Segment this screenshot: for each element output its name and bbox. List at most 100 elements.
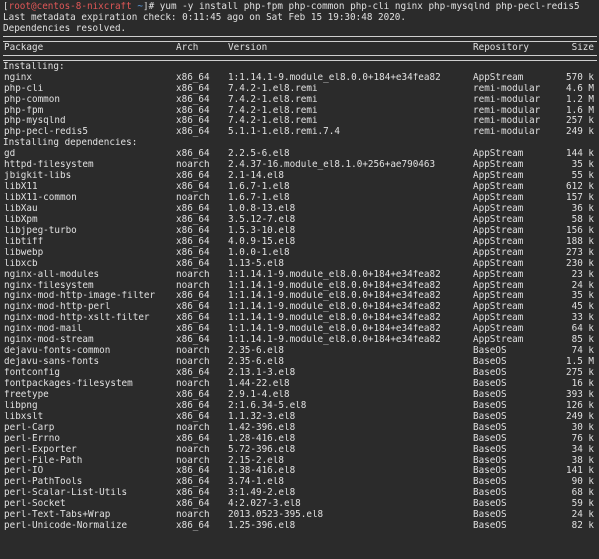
cell-version: 1.44-22.el8	[228, 378, 290, 389]
cell-repository: BaseOS	[473, 357, 507, 368]
cell-arch: x86_64	[176, 411, 210, 422]
cell-repository: AppStream	[473, 193, 524, 203]
cell-size: 24 k	[571, 280, 594, 291]
cell-arch: x86_64	[176, 466, 210, 477]
cell-arch: noarch	[176, 357, 210, 368]
cell-size: 74 k	[571, 346, 594, 357]
cell-size: 157 k	[566, 193, 594, 203]
table-row: nginx-mod-stream x86_64 1:1.14.1-9.module_…	[3, 335, 597, 346]
cell-size: 273 k	[566, 247, 594, 258]
cell-size: 45 k	[571, 302, 594, 313]
cell-arch: x86_64	[176, 203, 210, 214]
table-row: libX11-common noarch 1.6.7-1.el8 AppStream 1…	[3, 193, 597, 204]
table-row: perl-Carp noarch 1.42-396.el8 BaseOS 30 k	[3, 423, 597, 434]
cell-version: 1:1.14.1-9.module_el8.0.0+184+e34fea82	[228, 72, 441, 83]
cell-repository: BaseOS	[473, 411, 507, 422]
cell-repository: remi-modular	[473, 83, 541, 94]
cell-package: dejavu-fonts-common	[4, 346, 111, 357]
cell-repository: AppStream	[473, 280, 524, 291]
cell-package: libXpm	[4, 214, 38, 225]
cell-repository: AppStream	[473, 160, 524, 171]
cell-arch: x86_64	[176, 105, 210, 116]
cell-arch: x86_64	[176, 258, 210, 269]
cell-repository: BaseOS	[473, 510, 507, 521]
table-row: libwebp x86_64 1.0.0-1.el8 AppStream 273 k	[3, 248, 597, 259]
cell-version: 2:1.6.34-5.el8	[228, 400, 307, 411]
table-row: php-fpm x86_64 7.4.2-1.el8.remi remi-modula…	[3, 106, 597, 117]
table-row: perl-Unicode-Normalize x86_64 1.25-396.el8…	[3, 521, 597, 532]
header-arch: Arch	[176, 42, 199, 53]
cell-arch: x86_64	[176, 171, 210, 182]
cell-repository: AppStream	[473, 182, 524, 193]
cell-size: 58 k	[571, 214, 594, 225]
table-row: libtiff x86_64 4.0.9-15.el8 AppStream 188 k	[3, 237, 597, 248]
cell-repository: AppStream	[473, 149, 524, 160]
cell-package: perl-Text-Tabs+Wrap	[4, 510, 111, 521]
cell-arch: noarch	[176, 422, 210, 433]
cell-package: libX11-common	[4, 193, 77, 203]
terminal-window[interactable]: [root@centos-8-nixcraft ~]# yum -y insta…	[0, 0, 599, 559]
cell-package: gd	[4, 149, 16, 160]
cell-package: perl-Unicode-Normalize	[4, 521, 128, 532]
cell-size: 156 k	[566, 225, 594, 236]
table-row: nginx-mod-http-image-filter x86_64 1:1.14.…	[3, 291, 597, 302]
cell-arch: noarch	[176, 269, 210, 280]
cell-size: 35 k	[571, 291, 594, 302]
cell-arch: noarch	[176, 193, 210, 203]
cell-version: 5.72-396.el8	[228, 444, 296, 455]
cell-repository: BaseOS	[473, 521, 507, 532]
cell-arch: x86_64	[176, 116, 210, 127]
cell-arch: x86_64	[176, 389, 210, 400]
cell-repository: BaseOS	[473, 378, 507, 389]
cell-size: 55 k	[571, 171, 594, 182]
cell-arch: noarch	[176, 280, 210, 291]
cell-version: 7.4.2-1.el8.remi	[228, 105, 318, 116]
cell-arch: x86_64	[176, 400, 210, 411]
table-separator-header	[3, 54, 597, 61]
cell-package: nginx-mod-mail	[4, 324, 83, 335]
cell-package: php-cli	[4, 83, 44, 94]
cell-repository: AppStream	[473, 72, 524, 83]
cell-package: perl-Exporter	[4, 444, 77, 455]
cell-repository: remi-modular	[473, 105, 541, 116]
table-row: perl-Scalar-List-Utils x86_64 3:1.49-2.el8…	[3, 488, 597, 499]
cell-repository: AppStream	[473, 225, 524, 236]
cell-version: 1.1.32-3.el8	[228, 411, 296, 422]
cell-version: 3:1.49-2.el8	[228, 488, 296, 499]
cell-package: perl-PathTools	[4, 477, 83, 488]
cell-size: 23 k	[571, 269, 594, 280]
cell-version: 2.1-14.el8	[228, 171, 284, 182]
cell-repository: AppStream	[473, 171, 524, 182]
table-row: perl-Socket x86_64 4:2.027-3.el8 BaseOS 59 k	[3, 499, 597, 510]
table-row: gd x86_64 2.2.5-6.el8 AppStream 144 k	[3, 149, 597, 160]
cell-version: 1.6.7-1.el8	[228, 182, 290, 193]
cell-version: 1.38-416.el8	[228, 466, 296, 477]
cell-repository: remi-modular	[473, 127, 541, 138]
cell-repository: BaseOS	[473, 477, 507, 488]
cell-version: 1:1.14.1-9.module_el8.0.0+184+e34fea82	[228, 269, 441, 280]
cell-arch: noarch	[176, 378, 210, 389]
cell-version: 2.35-6.el8	[228, 346, 284, 357]
cell-arch: noarch	[176, 346, 210, 357]
header-size: Size	[571, 42, 594, 53]
prompt-symbol: #	[148, 2, 155, 12]
package-table-body: Installing: nginx x86_64 1:1.14.1-9.module_…	[3, 62, 597, 532]
cell-repository: BaseOS	[473, 455, 507, 466]
cell-package: libXau	[4, 203, 38, 214]
cell-package: perl-IO	[4, 466, 44, 477]
cell-arch: x86_64	[176, 149, 210, 160]
cell-arch: noarch	[176, 160, 210, 171]
cell-package: libxcb	[4, 258, 38, 269]
table-row: nginx x86_64 1:1.14.1-9.module_el8.0.0+184…	[3, 73, 597, 84]
cell-size: 257 k	[566, 116, 594, 127]
cell-arch: x86_64	[176, 477, 210, 488]
table-row: libxslt x86_64 1.1.32-3.el8 BaseOS 249 k	[3, 412, 597, 423]
cell-repository: AppStream	[473, 258, 524, 269]
cell-repository: AppStream	[473, 291, 524, 302]
table-row: perl-File-Path noarch 2.15-2.el8 BaseOS 38 k	[3, 456, 597, 467]
cell-arch: x86_64	[176, 72, 210, 83]
cell-package: dejavu-sans-fonts	[4, 357, 100, 368]
cell-version: 2.2.5-6.el8	[228, 149, 290, 160]
cell-package: nginx-mod-http-image-filter	[4, 291, 156, 302]
cell-size: 35 k	[571, 160, 594, 171]
